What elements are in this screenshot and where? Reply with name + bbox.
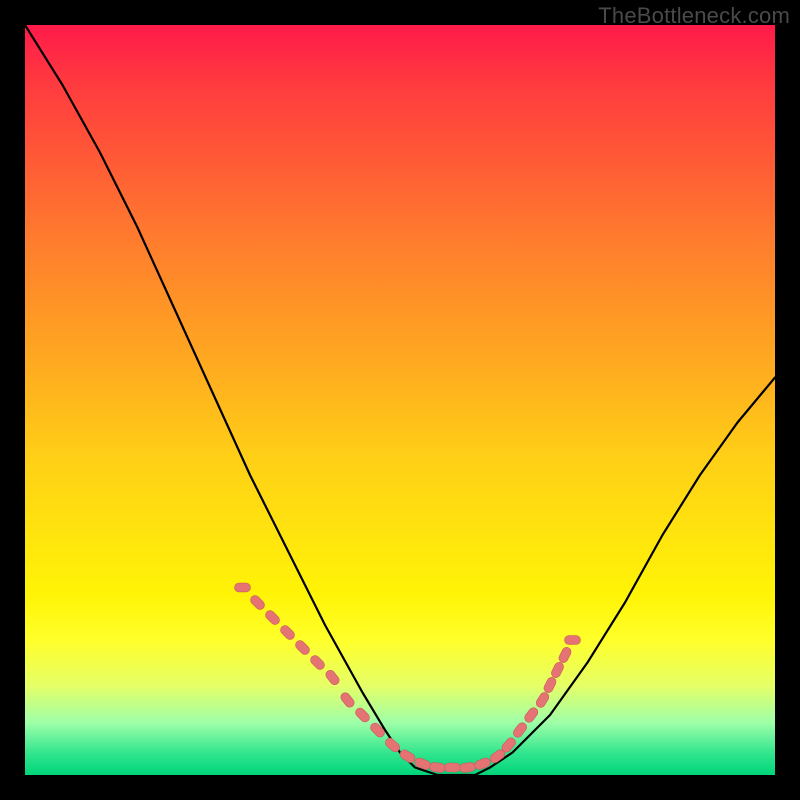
highlight-dot — [235, 583, 251, 592]
chart-svg — [25, 25, 775, 775]
highlight-dot — [369, 721, 387, 739]
highlight-dot — [264, 609, 282, 627]
highlight-dot — [542, 676, 557, 694]
highlight-dot — [309, 654, 327, 672]
watermark-text: TheBottleneck.com — [598, 3, 790, 29]
highlight-dot — [398, 748, 416, 764]
highlight-dot — [279, 624, 297, 642]
plot-area — [25, 25, 775, 775]
highlight-dot — [512, 721, 529, 739]
highlight-dot — [354, 706, 372, 724]
highlight-dot — [550, 661, 565, 679]
highlight-dot — [565, 636, 581, 645]
highlight-dot — [294, 639, 312, 657]
curve-layer — [25, 25, 775, 775]
chart-frame: TheBottleneck.com — [0, 0, 800, 800]
highlight-dot — [429, 762, 446, 773]
highlight-dot — [459, 762, 476, 773]
highlight-dot — [557, 646, 572, 664]
bottleneck-curve — [25, 25, 775, 775]
marker-layer — [235, 583, 581, 773]
highlight-dot — [523, 706, 540, 724]
highlight-dot — [249, 594, 267, 612]
highlight-dot — [339, 691, 356, 709]
highlight-dot — [534, 691, 550, 709]
highlight-dot — [324, 668, 341, 686]
highlight-dot — [445, 763, 461, 772]
